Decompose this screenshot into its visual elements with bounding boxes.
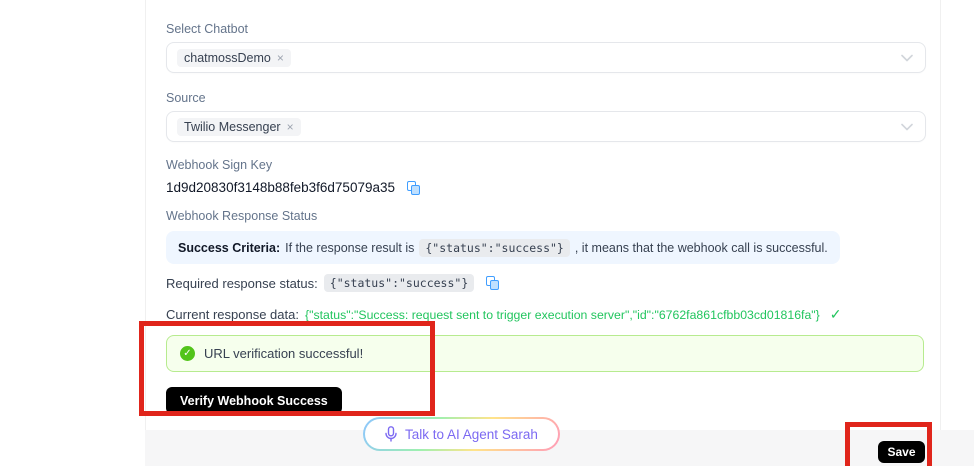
webhook-sign-key-row: 1d9d20830f3148b88feb3f6d75079a35 [166,180,420,195]
success-criteria-info-box: Success Criteria: If the response result… [166,231,840,264]
success-check-icon: ✓ [830,306,842,323]
current-response-data-label: Current response data: [166,307,299,322]
save-button[interactable]: Save [878,441,925,463]
required-response-status-row: Required response status: {"status":"suc… [166,274,499,292]
chevron-down-icon [901,123,913,131]
source-field[interactable]: Twilio Messenger × [166,111,926,142]
source-label: Source [166,91,206,105]
select-chatbot-label: Select Chatbot [166,22,248,36]
success-criteria-bold: Success Criteria: [178,241,280,255]
required-response-status-code: {"status":"success"} [324,274,474,292]
current-response-data-value: {"status":"Success: request sent to trig… [305,308,820,322]
webhook-settings-page: Select Chatbot chatmossDemo × Source Twi… [0,0,974,466]
copy-icon[interactable] [407,181,420,195]
chatbot-tag-remove-icon[interactable]: × [277,52,284,64]
verify-webhook-success-button[interactable]: Verify Webhook Success [166,387,342,414]
source-tag-chip: Twilio Messenger × [177,118,301,136]
talk-to-ai-agent-label: Talk to AI Agent Sarah [405,427,538,442]
check-circle-icon: ✓ [180,346,195,361]
webhook-sign-key-value: 1d9d20830f3148b88feb3f6d75079a35 [166,180,395,195]
copy-icon[interactable] [486,276,499,290]
success-criteria-pre: If the response result is [285,241,414,255]
content-panel: Select Chatbot chatmossDemo × Source Twi… [145,0,941,430]
select-chatbot-field[interactable]: chatmossDemo × [166,42,926,73]
talk-to-ai-agent-button[interactable]: Talk to AI Agent Sarah [363,417,560,451]
url-verification-alert: ✓ URL verification successful! [166,335,924,372]
chevron-down-icon [901,54,913,62]
current-response-data-row: Current response data: {"status":"Succes… [166,306,842,323]
chatbot-tag-chip: chatmossDemo × [177,49,291,67]
source-tag-remove-icon[interactable]: × [287,121,294,133]
webhook-sign-key-label: Webhook Sign Key [166,158,272,172]
success-criteria-code: {"status":"success"} [419,239,569,257]
microphone-icon [385,426,397,442]
required-response-status-label: Required response status: [166,276,318,291]
webhook-response-status-label: Webhook Response Status [166,209,317,223]
chatbot-tag-label: chatmossDemo [184,51,271,65]
source-tag-label: Twilio Messenger [184,120,281,134]
success-criteria-post: , it means that the webhook call is succ… [575,241,828,255]
url-verification-message: URL verification successful! [204,346,363,361]
